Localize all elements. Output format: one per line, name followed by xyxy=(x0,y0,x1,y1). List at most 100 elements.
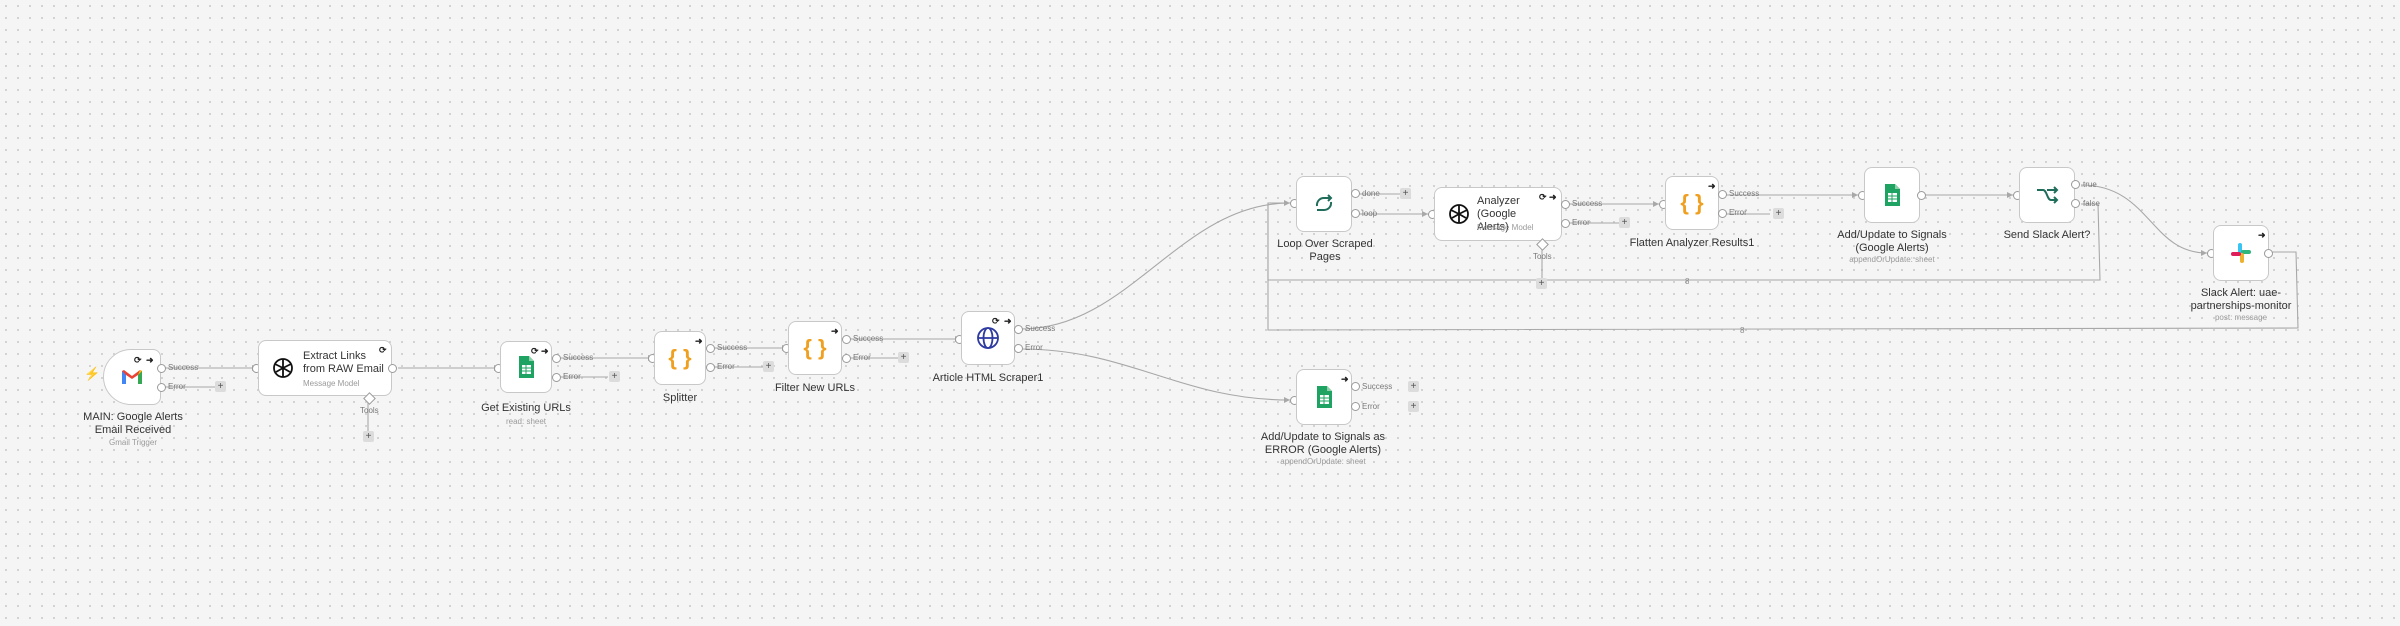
node-subtitle: Message Model xyxy=(303,379,360,388)
edge-count-label: 8 xyxy=(1685,277,1690,286)
output-port-success[interactable] xyxy=(552,354,561,363)
output-port-done[interactable] xyxy=(1351,189,1360,198)
output-port-error[interactable] xyxy=(1351,402,1360,411)
edge-scraper-loop xyxy=(1020,202,1291,330)
node-send-slack-alert[interactable] xyxy=(2019,167,2075,223)
node-loop-over-scraped-pages[interactable] xyxy=(1296,176,1352,232)
node-add-update-signals-error[interactable]: ➜ xyxy=(1296,369,1352,425)
execute-arrow-icon[interactable]: ➜ xyxy=(695,336,703,346)
node-gmail-trigger[interactable]: ⟳ ➜ xyxy=(103,349,161,405)
output-port-error[interactable] xyxy=(157,383,166,392)
add-tool-button[interactable]: + xyxy=(363,431,374,442)
execute-arrow-icon[interactable]: ➜ xyxy=(1341,374,1349,384)
output-port-error[interactable] xyxy=(706,363,715,372)
execute-arrow-icon[interactable]: ➜ xyxy=(2258,230,2266,240)
output-port-error[interactable] xyxy=(552,373,561,382)
add-node-button[interactable]: + xyxy=(763,361,774,372)
output-port[interactable] xyxy=(2264,249,2273,258)
port-label-done: done xyxy=(1362,189,1380,198)
node-title: Filter New URLs xyxy=(774,382,856,394)
edge-scraper-error xyxy=(1020,348,1291,401)
workflow-canvas[interactable]: 8 8 ⚡ ⟳ ➜ Success Error + MAIN: Google A… xyxy=(0,0,2400,626)
if-branch-icon xyxy=(2034,182,2060,208)
node-title: Add/Update to Signals as ERROR (Google A… xyxy=(1260,431,1386,456)
node-extract-links[interactable]: Extract Links from RAW Email Message Mod… xyxy=(258,340,392,396)
execute-arrow-icon[interactable]: ➜ xyxy=(831,326,839,336)
port-label-success: Success xyxy=(563,353,594,362)
add-node-button[interactable]: + xyxy=(609,371,620,382)
output-port-success[interactable] xyxy=(1718,190,1727,199)
port-label-success: Success xyxy=(1572,199,1603,208)
port-label-error: Error xyxy=(1572,218,1590,227)
execute-arrow-icon[interactable]: ➜ xyxy=(1549,192,1557,202)
output-port-false[interactable] xyxy=(2071,199,2080,208)
node-title: Get Existing URLs xyxy=(481,402,571,414)
add-node-button[interactable]: + xyxy=(1619,217,1630,228)
output-port-success[interactable] xyxy=(1561,200,1570,209)
node-title: MAIN: Google Alerts Email Received xyxy=(83,411,183,436)
port-label-success: Success xyxy=(1025,324,1056,333)
refresh-icon: ⟳ xyxy=(379,345,387,355)
execute-arrow-icon[interactable]: ➜ xyxy=(1004,316,1012,326)
execute-arrow-icon[interactable]: ➜ xyxy=(541,346,549,356)
port-label-error: Error xyxy=(563,372,581,381)
slack-icon xyxy=(2228,240,2254,266)
refresh-icon: ⟳ xyxy=(1539,192,1547,202)
output-port-error[interactable] xyxy=(1561,219,1570,228)
node-subtitle: read: sheet xyxy=(505,417,547,426)
code-braces-icon: { } xyxy=(1680,190,1704,215)
refresh-icon: ⟳ xyxy=(992,316,1000,326)
port-label-success: Success xyxy=(168,363,199,372)
output-port-success[interactable] xyxy=(1014,325,1023,334)
output-port[interactable] xyxy=(388,364,397,373)
output-port-success[interactable] xyxy=(1351,382,1360,391)
node-title: Loop Over Scraped Pages xyxy=(1277,238,1373,263)
output-port-error[interactable] xyxy=(842,354,851,363)
node-slack-alert[interactable]: ➜ xyxy=(2213,225,2269,281)
node-get-existing-urls[interactable]: ⟳ ➜ xyxy=(500,341,552,393)
output-port-success[interactable] xyxy=(842,335,851,344)
output-port-loop[interactable] xyxy=(1351,209,1360,218)
execute-arrow-icon[interactable]: ➜ xyxy=(1708,181,1716,191)
node-analyzer-google-alerts[interactable]: Analyzer (Google Alerts) Message Model ⟳… xyxy=(1434,187,1562,241)
port-label-error: Error xyxy=(853,353,871,362)
node-title: Article HTML Scraper1 xyxy=(932,372,1044,384)
execute-arrow-icon[interactable]: ➜ xyxy=(146,355,154,365)
node-filter-new-urls[interactable]: { } ➜ xyxy=(788,321,842,375)
add-node-button[interactable]: + xyxy=(1408,401,1419,412)
port-label-success: Success xyxy=(717,343,748,352)
port-label-error: Error xyxy=(1729,208,1747,217)
refresh-icon: ⟳ xyxy=(134,355,142,365)
output-port-success[interactable] xyxy=(157,364,166,373)
add-node-button[interactable]: + xyxy=(1408,381,1419,392)
output-port-error[interactable] xyxy=(1718,209,1727,218)
google-sheets-icon xyxy=(1311,384,1337,410)
add-node-button[interactable]: + xyxy=(898,352,909,363)
add-node-button[interactable]: + xyxy=(215,381,226,392)
node-splitter[interactable]: { } ➜ xyxy=(654,331,706,385)
node-flatten-analyzer-results[interactable]: { } ➜ xyxy=(1665,176,1719,230)
port-label-error: Error xyxy=(1362,402,1380,411)
node-title: Flatten Analyzer Results1 xyxy=(1629,237,1755,249)
node-article-html-scraper[interactable]: ⟳ ➜ xyxy=(961,311,1015,365)
output-port-error[interactable] xyxy=(1014,344,1023,353)
output-port[interactable] xyxy=(1917,191,1926,200)
node-title: Slack Alert: uae-partnerships-monitor xyxy=(2190,287,2292,312)
node-add-update-signals[interactable] xyxy=(1864,167,1920,223)
openai-icon xyxy=(1446,201,1472,227)
google-sheets-icon xyxy=(513,354,539,380)
add-tool-button[interactable]: + xyxy=(1536,278,1547,289)
node-title: Send Slack Alert? xyxy=(2003,229,2091,241)
node-subtitle: appendOrUpdate: sheet xyxy=(1280,457,1366,466)
node-subtitle: Gmail Trigger xyxy=(108,438,157,447)
add-node-button[interactable]: + xyxy=(1400,188,1411,199)
loop-icon xyxy=(1311,191,1337,217)
port-label-success: Success xyxy=(853,334,884,343)
node-subtitle: Message Model xyxy=(1477,223,1534,232)
trigger-bolt-icon: ⚡ xyxy=(84,366,101,381)
output-port-true[interactable] xyxy=(2071,180,2080,189)
port-label-error: Error xyxy=(717,362,735,371)
output-port-success[interactable] xyxy=(706,344,715,353)
add-node-button[interactable]: + xyxy=(1773,208,1784,219)
edge-count-label: 8 xyxy=(1740,326,1745,335)
